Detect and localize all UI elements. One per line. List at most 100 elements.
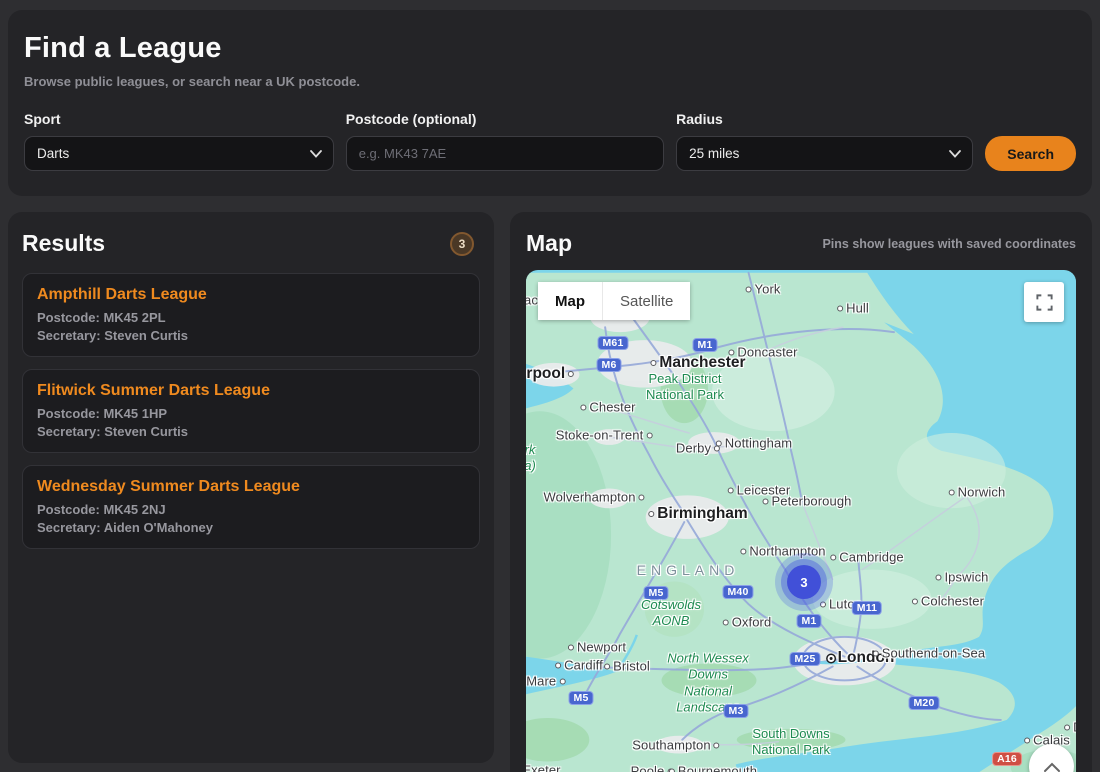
city-dot-icon xyxy=(604,663,610,669)
league-postcode: Postcode: MK45 2PL xyxy=(37,309,465,327)
city-dot-icon xyxy=(716,440,722,446)
results-panel: Results 3 Ampthill Darts League Postcode… xyxy=(8,212,494,763)
map-label: London xyxy=(828,649,895,667)
map-label: erpool xyxy=(526,365,574,383)
city-dot-icon xyxy=(646,432,652,438)
fullscreen-icon xyxy=(1035,293,1054,312)
map-label: Oxford xyxy=(723,615,772,630)
league-name: Wednesday Summer Darts League xyxy=(37,478,465,496)
city-dot-icon xyxy=(568,371,574,377)
road-badge: M11 xyxy=(852,601,882,615)
city-dot-icon xyxy=(714,445,720,451)
road-badge: M25 xyxy=(789,652,820,666)
fullscreen-button[interactable] xyxy=(1024,282,1064,322)
road-badge: M1 xyxy=(693,338,718,352)
road-badge: M5 xyxy=(644,586,669,600)
map-label: South Downs National Park xyxy=(752,726,830,759)
map-label: Bristol xyxy=(604,659,650,674)
map-label: Stoke-on-Trent xyxy=(556,428,653,443)
map-canvas[interactable]: acYorkedsHullM61M6M1ManchesterDoncasterP… xyxy=(526,270,1076,772)
map-label: Norwich xyxy=(949,485,1006,500)
league-secretary: Secretary: Steven Curtis xyxy=(37,327,465,345)
map-label: North Wessex Downs National Landscape xyxy=(667,651,748,716)
map-label: Peak District National Park xyxy=(646,371,724,404)
city-dot-icon xyxy=(714,742,720,748)
road-badge: M3 xyxy=(724,704,749,718)
map-label: ENGLAND xyxy=(637,562,740,578)
city-dot-icon xyxy=(1024,737,1030,743)
map-label: per-Mare xyxy=(526,674,565,689)
map-cluster-marker[interactable]: 3 xyxy=(775,553,833,611)
map-view-button[interactable]: Map xyxy=(538,282,603,320)
map-label: Newport xyxy=(568,640,626,655)
map-label: Derby xyxy=(676,441,720,456)
city-dot-icon xyxy=(873,650,879,656)
search-panel: Find a League Browse public leagues, or … xyxy=(8,10,1092,196)
map-label: rk a) xyxy=(526,442,536,475)
page-subtitle: Browse public leagues, or search near a … xyxy=(24,74,1076,89)
map-label: ac xyxy=(526,293,538,308)
city-dot-icon xyxy=(639,494,645,500)
league-secretary: Secretary: Aiden O'Mahoney xyxy=(37,519,465,537)
map-label: Birmingham xyxy=(648,505,747,523)
map-label: Cotswolds AONB xyxy=(641,597,701,630)
city-dot-icon xyxy=(837,305,843,311)
results-title: Results xyxy=(22,230,105,257)
map-note: Pins show leagues with saved coordinates xyxy=(822,237,1076,251)
map-label: Peterborough xyxy=(763,494,852,509)
city-dot-icon xyxy=(746,286,752,292)
cluster-count: 3 xyxy=(787,565,821,599)
sport-label: Sport xyxy=(24,111,334,127)
city-dot-icon xyxy=(669,768,675,772)
map-label: Bournemouth xyxy=(669,764,757,772)
map-label: Chester xyxy=(580,400,635,415)
city-dot-icon xyxy=(728,349,734,355)
city-dot-icon xyxy=(580,404,586,410)
road-badge: M5 xyxy=(569,691,594,705)
road-badge: M20 xyxy=(908,696,939,710)
city-dot-icon xyxy=(723,619,729,625)
map-label: Exeter xyxy=(526,763,561,772)
sport-select[interactable]: Darts xyxy=(24,136,334,171)
map-label: Doncaster xyxy=(728,345,797,360)
map-type-toggle: Map Satellite xyxy=(538,282,690,320)
search-form: Sport Darts Postcode (optional) Radius 2… xyxy=(24,111,1076,171)
city-dot-icon xyxy=(648,511,654,517)
city-dot-icon xyxy=(555,662,561,668)
search-button[interactable]: Search xyxy=(985,136,1076,171)
league-name: Ampthill Darts League xyxy=(37,286,465,304)
postcode-label: Postcode (optional) xyxy=(346,111,664,127)
city-dot-icon xyxy=(559,678,565,684)
road-badge: M1 xyxy=(797,614,822,628)
map-label: Cambridge xyxy=(830,550,904,565)
road-badge: M61 xyxy=(597,336,628,350)
map-panel: Map Pins show leagues with saved coordin… xyxy=(510,212,1092,772)
city-dot-icon xyxy=(740,548,746,554)
city-dot-icon xyxy=(949,489,955,495)
map-label: Cardiff xyxy=(555,658,603,673)
map-label: Manchester xyxy=(650,354,745,372)
map-label: York xyxy=(746,282,781,297)
league-card[interactable]: Flitwick Summer Darts League Postcode: M… xyxy=(22,369,480,453)
postcode-input[interactable] xyxy=(346,136,664,171)
league-card[interactable]: Ampthill Darts League Postcode: MK45 2PL… xyxy=(22,273,480,357)
road-badge: M6 xyxy=(597,358,622,372)
results-count-badge: 3 xyxy=(450,232,474,256)
road-badge: A16 xyxy=(992,752,1022,766)
radius-label: Radius xyxy=(676,111,973,127)
city-dot-icon xyxy=(763,498,769,504)
satellite-view-button[interactable]: Satellite xyxy=(603,282,690,320)
map-label: Colchester xyxy=(912,594,984,609)
city-dot-icon xyxy=(728,487,734,493)
league-card[interactable]: Wednesday Summer Darts League Postcode: … xyxy=(22,465,480,549)
map-label: Du xyxy=(1064,720,1076,735)
city-dot-icon xyxy=(1064,724,1070,730)
map-title: Map xyxy=(526,230,572,257)
map-label: Nottingham xyxy=(716,436,792,451)
city-dot-icon xyxy=(650,360,656,366)
league-postcode: Postcode: MK45 1HP xyxy=(37,405,465,423)
map-label: Leicester xyxy=(728,483,791,498)
map-label: Wolverhampton xyxy=(543,490,644,505)
radius-select[interactable]: 25 miles xyxy=(676,136,973,171)
map-label: Southampton xyxy=(632,738,719,753)
